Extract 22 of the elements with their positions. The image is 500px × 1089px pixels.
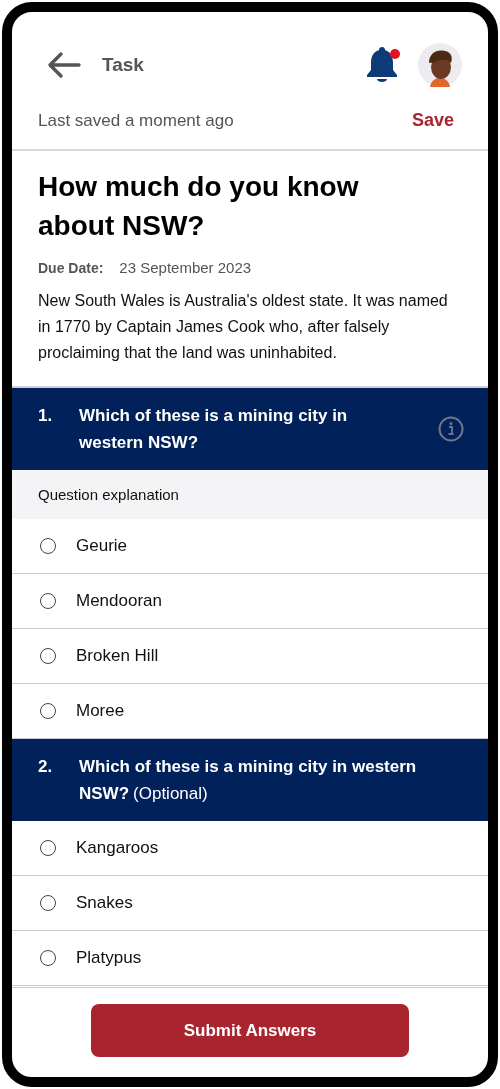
answer-option[interactable]: Platypus [12,931,488,986]
answer-option[interactable]: Kangaroos [12,821,488,876]
task-description: New South Wales is Australia's oldest state. It was named in 1770 by Captain James Cook who, after falsely proclaiming that the land was uninhabited. [38,291,449,363]
question-text: Which of these is a mining city in western NSW? (Optional) [79,756,418,805]
save-link[interactable]: Save [411,110,454,131]
question-number: 1. [38,405,54,427]
question-text: Which of these is a mining city in western NSW? [79,405,349,454]
due-date: 23 September 2023 [119,259,252,276]
back-arrow-icon[interactable] [46,51,82,79]
page-title: Task [102,54,144,76]
answer-option[interactable]: Mendooran [12,574,488,629]
task-title: How much do you know about NSW? [38,170,360,243]
question-number: 2. [38,756,54,778]
answer-option[interactable]: Broken Hill [12,629,488,684]
avatar[interactable] [418,43,462,87]
question-explanation: Question explanation [12,470,488,519]
submit-answers-button[interactable]: Submit Answers [91,1004,409,1057]
save-status: Last saved a moment ago [38,110,234,131]
info-icon[interactable] [438,416,464,442]
answer-option[interactable]: Geurie [12,519,488,574]
due-date-label: Due Date: [38,260,104,276]
answer-option[interactable]: Snakes [12,876,488,931]
